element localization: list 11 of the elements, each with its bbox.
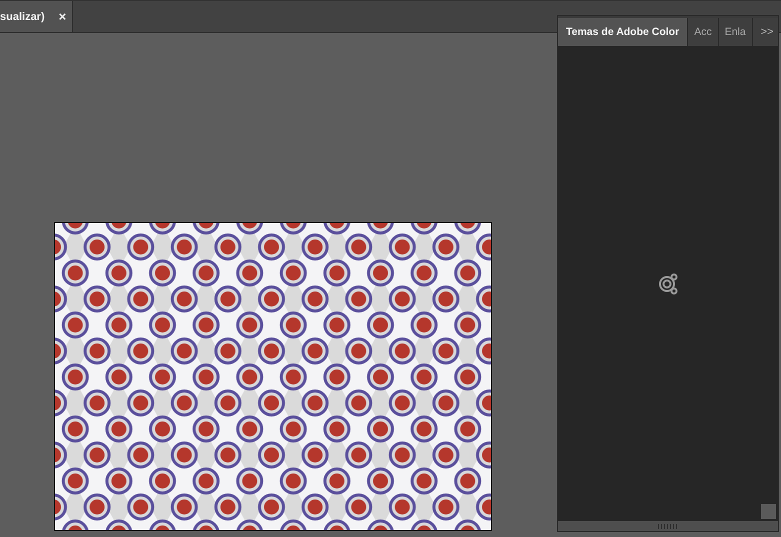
- color-wheel-icon: [657, 272, 679, 294]
- panel-tab[interactable]: Temas de Adobe Color: [558, 18, 688, 46]
- resize-handle[interactable]: [761, 504, 776, 519]
- document-tab-label: sualizar): [0, 10, 45, 22]
- document-tab[interactable]: sualizar) ×: [0, 1, 74, 32]
- close-button[interactable]: ×: [58, 9, 66, 24]
- panel-tab[interactable]: Acc: [688, 18, 719, 46]
- panel-overflow-button[interactable]: >>: [756, 18, 778, 46]
- scrollbar-grip-icon: [658, 524, 678, 528]
- horizontal-scrollbar[interactable]: [558, 521, 778, 531]
- panel-tab[interactable]: Enla: [718, 18, 753, 46]
